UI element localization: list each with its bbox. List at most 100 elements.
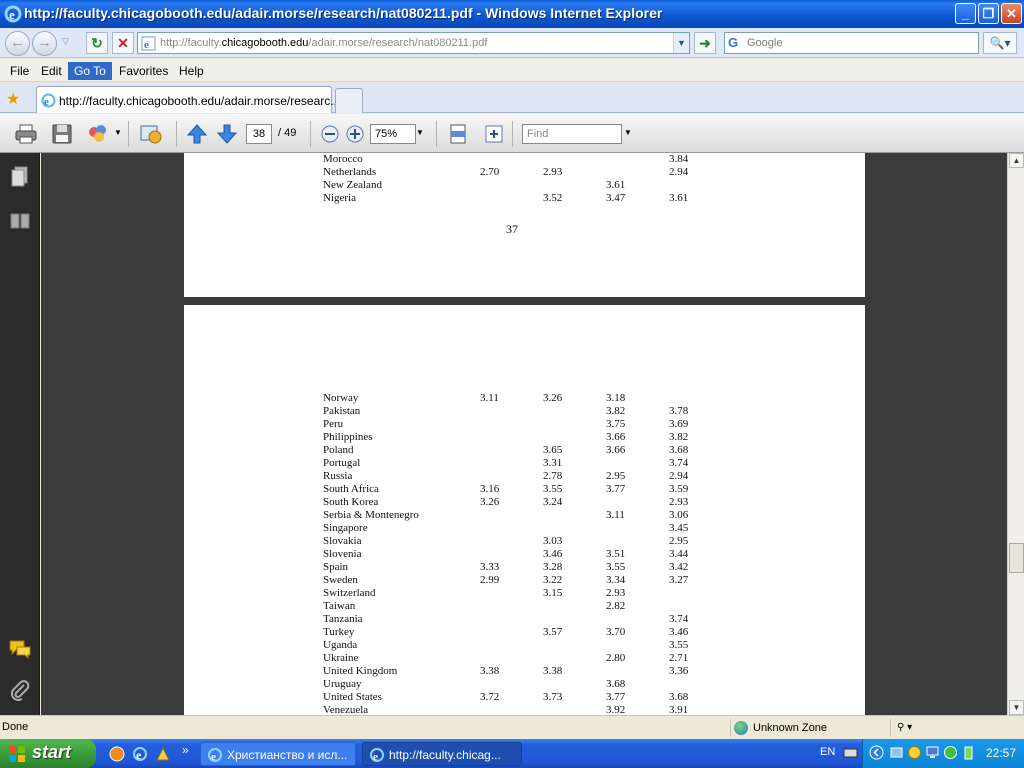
bookmarks-panel-icon[interactable] [8,209,32,233]
new-tab-button[interactable] [335,88,363,113]
country-cell: Ukraine [323,652,359,664]
url-input[interactable]: e http://faculty.chicagobooth.edu/adair.… [137,32,690,54]
value-cell: 3.91 [669,704,689,715]
attachments-panel-icon[interactable] [8,679,32,703]
next-page-icon[interactable] [215,122,239,146]
quicklaunch-media-icon[interactable] [108,745,126,763]
back-button[interactable]: ← [5,31,30,56]
value-cell: 2.93 [606,587,626,599]
fit-page-icon[interactable] [446,122,470,146]
country-cell: Peru [323,418,344,430]
table-row: Philippines 3.66 3.82 [184,431,865,444]
value-cell: 3.61 [669,192,689,204]
scroll-down-button[interactable]: ▼ [1009,700,1024,715]
svg-text:e: e [211,751,216,763]
value-cell: 3.11 [480,392,499,404]
table-row: Peru 3.75 3.69 [184,418,865,431]
value-cell: 3.82 [606,405,626,417]
restore-button[interactable]: ❐ [978,3,999,24]
country-cell: Morocco [323,153,363,165]
tray-messenger-icon[interactable] [907,745,922,760]
table-row: Nigeria 3.52 3.47 3.61 [184,192,865,205]
google-icon: G [728,35,739,50]
table-row: Spain 3.33 3.28 3.55 3.42 [184,561,865,574]
close-button[interactable]: ✕ [1001,3,1022,24]
share-dropdown-icon[interactable]: ▼ [114,128,122,137]
find-dropdown-icon[interactable]: ▼ [624,128,632,137]
favorites-star-icon[interactable]: ★ [6,89,20,109]
quicklaunch-more-icon[interactable]: » [182,743,189,757]
table-row: Norway 3.11 3.26 3.18 [184,392,865,405]
country-cell: Sweden [323,574,358,586]
start-button[interactable]: start [0,739,96,768]
table-row: Poland 3.65 3.66 3.68 [184,444,865,457]
keyboard-icon[interactable] [843,745,858,760]
search-input[interactable]: G Google [724,32,979,54]
tray-shield-icon[interactable] [943,745,958,760]
value-cell: 3.77 [606,483,626,495]
tray-monitor-icon[interactable] [925,745,940,760]
zoom-in-icon[interactable] [343,122,367,146]
country-cell: Nigeria [323,192,356,204]
quicklaunch-ie-icon[interactable]: e [131,745,149,763]
language-indicator[interactable]: EN [820,746,835,758]
tray-battery-icon[interactable] [961,745,976,760]
scroll-up-button[interactable]: ▲ [1009,153,1024,168]
taskbar-item-1[interactable]: e Христианство и исл... [200,742,356,766]
share-icon[interactable] [86,122,110,146]
tab-bar: ★ e http://faculty.chicagobooth.edu/adai… [0,83,1024,113]
sign-icon[interactable] [139,122,163,146]
comments-panel-icon[interactable] [8,637,32,661]
value-cell: 3.11 [606,509,625,521]
save-icon[interactable] [50,122,74,146]
tab-active[interactable]: e http://faculty.chicagobooth.edu/adair.… [36,86,340,113]
value-cell: 3.16 [480,483,500,495]
system-tray: 22:57 [862,739,1024,768]
previous-page-icon[interactable] [185,122,209,146]
quicklaunch-app-icon[interactable] [154,745,172,763]
value-cell: 3.82 [669,431,689,443]
taskbar-item-2[interactable]: e http://faculty.chicag... [362,742,522,766]
search-button[interactable]: 🔍▾ [983,32,1017,54]
zoom-input[interactable]: 75% [370,124,416,144]
vertical-scrollbar[interactable]: ▲ ▼ [1007,153,1024,715]
country-cell: Serbia & Montenegro [323,509,419,521]
print-icon[interactable] [14,122,38,146]
value-cell: 3.51 [606,548,626,560]
toolbar-separator [310,121,311,147]
security-zone[interactable]: Unknown Zone [730,719,890,737]
pages-panel-icon[interactable] [8,165,32,189]
refresh-button[interactable]: ↻ [86,32,108,54]
value-cell: 2.71 [669,652,689,664]
value-cell: 3.34 [606,574,626,586]
page-number-input[interactable]: 38 [246,124,272,144]
value-cell: 3.78 [669,405,689,417]
table-row: Netherlands 2.70 2.93 2.94 [184,166,865,179]
find-input[interactable]: Find [522,124,622,144]
menu-file[interactable]: File [4,62,35,80]
forward-button[interactable]: → [32,31,57,56]
tab-ie-icon: e [41,93,56,108]
status-zoom-button[interactable]: ⚲ ▾ [890,719,1020,737]
minimize-button[interactable]: _ [955,3,976,24]
history-dropdown-icon[interactable]: ▽ [62,36,69,47]
svg-text:e: e [144,39,149,51]
scroll-thumb[interactable] [1009,543,1024,573]
menu-go-to[interactable]: Go To [68,62,112,80]
tray-network-icon[interactable] [889,745,904,760]
value-cell: 3.33 [480,561,500,573]
tray-expand-icon[interactable] [869,745,884,760]
fit-width-icon[interactable] [482,122,506,146]
go-button[interactable]: ➜ [694,32,716,54]
menu-edit[interactable]: Edit [35,62,68,80]
table-row: New Zealand 3.61 [184,179,865,192]
stop-button[interactable]: ✕ [112,32,134,54]
menu-favorites[interactable]: Favorites [113,62,174,80]
menu-help[interactable]: Help [173,62,210,80]
zoom-out-icon[interactable] [318,122,342,146]
document-viewer[interactable]: Morocco 3.84 Netherlands 2.70 2.93 2.94 New Ze… [41,153,1007,715]
svg-text:e: e [44,96,49,108]
zoom-dropdown-icon[interactable]: ▼ [416,128,424,137]
url-dropdown-icon[interactable]: ▼ [673,33,689,53]
value-cell: 2.82 [606,600,626,612]
